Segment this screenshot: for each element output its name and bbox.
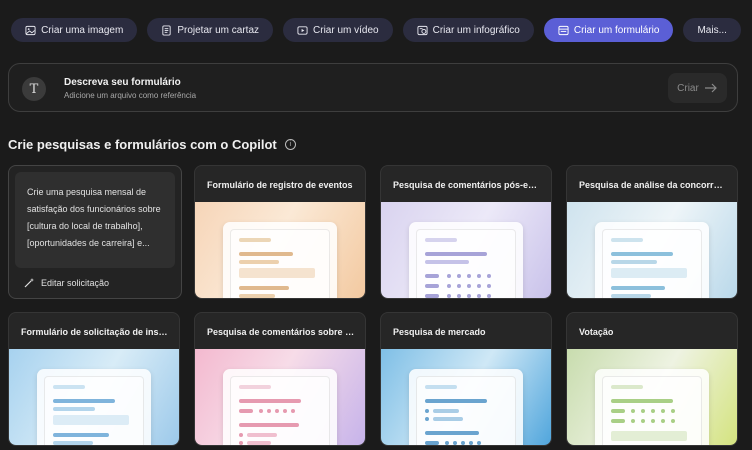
template-title: Votação xyxy=(579,327,614,337)
template-title: Pesquisa de análise da concorrência xyxy=(579,180,727,190)
tab-label: Criar uma imagem xyxy=(41,24,124,36)
create-button[interactable]: Criar xyxy=(668,73,727,103)
template-preview xyxy=(381,202,551,298)
edit-label: Editar solicitação xyxy=(41,278,110,288)
tab-label: Criar um formulário xyxy=(573,24,660,36)
tab-label: Mais... xyxy=(697,24,727,36)
tab-label: Criar um vídeo xyxy=(313,24,379,36)
infographic-icon xyxy=(417,25,428,36)
template-preview xyxy=(567,202,737,298)
tab-bar: Criar uma imagem Projetar um cartaz Cria… xyxy=(0,18,752,42)
template-card[interactable]: Formulário de solicitação de instalaç... xyxy=(8,312,180,446)
form-preview-sheet xyxy=(37,369,151,445)
tab-label: Projetar um cartaz xyxy=(177,24,260,36)
template-preview xyxy=(195,349,365,445)
template-preview xyxy=(195,202,365,298)
form-preview-sheet xyxy=(409,369,523,445)
tab-design-poster[interactable]: Projetar um cartaz xyxy=(147,18,274,42)
tab-create-video[interactable]: Criar um vídeo xyxy=(283,18,393,42)
tab-create-infographic[interactable]: Criar um infográfico xyxy=(402,18,534,42)
template-card[interactable]: Votação xyxy=(566,312,738,446)
template-title: Pesquisa de comentários pós-evento xyxy=(393,180,541,190)
info-icon[interactable]: i xyxy=(284,139,296,150)
template-title: Pesquisa de comentários sobre o pro... xyxy=(207,327,355,337)
template-title: Formulário de registro de eventos xyxy=(207,180,353,190)
video-icon xyxy=(297,25,308,36)
edit-prompt-button[interactable]: Editar solicitação xyxy=(23,277,109,289)
wand-icon xyxy=(24,278,34,288)
sample-prompt-text: Crie uma pesquisa mensal de satisfação d… xyxy=(15,172,175,268)
section-title: Crie pesquisas e formulários com o Copil… xyxy=(8,137,277,152)
tab-label: Criar um infográfico xyxy=(432,24,520,36)
form-preview-sheet xyxy=(595,369,709,445)
template-card[interactable]: Pesquisa de comentários sobre o pro... xyxy=(194,312,366,446)
text-icon: T xyxy=(22,77,46,101)
prompt-box[interactable]: T Descreva seu formulário Adicione um ar… xyxy=(8,63,738,112)
template-card[interactable]: Pesquisa de comentários pós-evento xyxy=(380,165,552,299)
form-preview-sheet xyxy=(409,222,523,298)
template-card[interactable]: Pesquisa de análise da concorrência xyxy=(566,165,738,299)
form-preview-sheet xyxy=(595,222,709,298)
form-preview-sheet xyxy=(223,222,337,298)
section-heading: Crie pesquisas e formulários com o Copil… xyxy=(8,137,296,152)
sample-prompt-card[interactable]: Crie uma pesquisa mensal de satisfação d… xyxy=(8,165,182,299)
template-title: Formulário de solicitação de instalaç... xyxy=(21,327,169,337)
tab-create-image[interactable]: Criar uma imagem xyxy=(11,18,138,42)
image-icon xyxy=(25,25,36,36)
prompt-subtitle: Adicione um arquivo como referência xyxy=(64,91,197,100)
template-preview xyxy=(9,349,179,445)
poster-icon xyxy=(161,24,172,36)
template-preview xyxy=(567,349,737,445)
template-card[interactable]: Formulário de registro de eventos xyxy=(194,165,366,299)
tab-more[interactable]: Mais... xyxy=(683,18,741,42)
arrow-right-icon xyxy=(704,83,717,93)
prompt-title: Descreva seu formulário xyxy=(64,77,181,88)
tab-create-form[interactable]: Criar um formulário xyxy=(543,18,674,42)
create-label: Criar xyxy=(677,82,699,94)
form-preview-sheet xyxy=(223,369,337,445)
form-icon xyxy=(558,25,569,36)
template-title: Pesquisa de mercado xyxy=(393,327,486,337)
template-card[interactable]: Pesquisa de mercado xyxy=(380,312,552,446)
template-preview xyxy=(381,349,551,445)
